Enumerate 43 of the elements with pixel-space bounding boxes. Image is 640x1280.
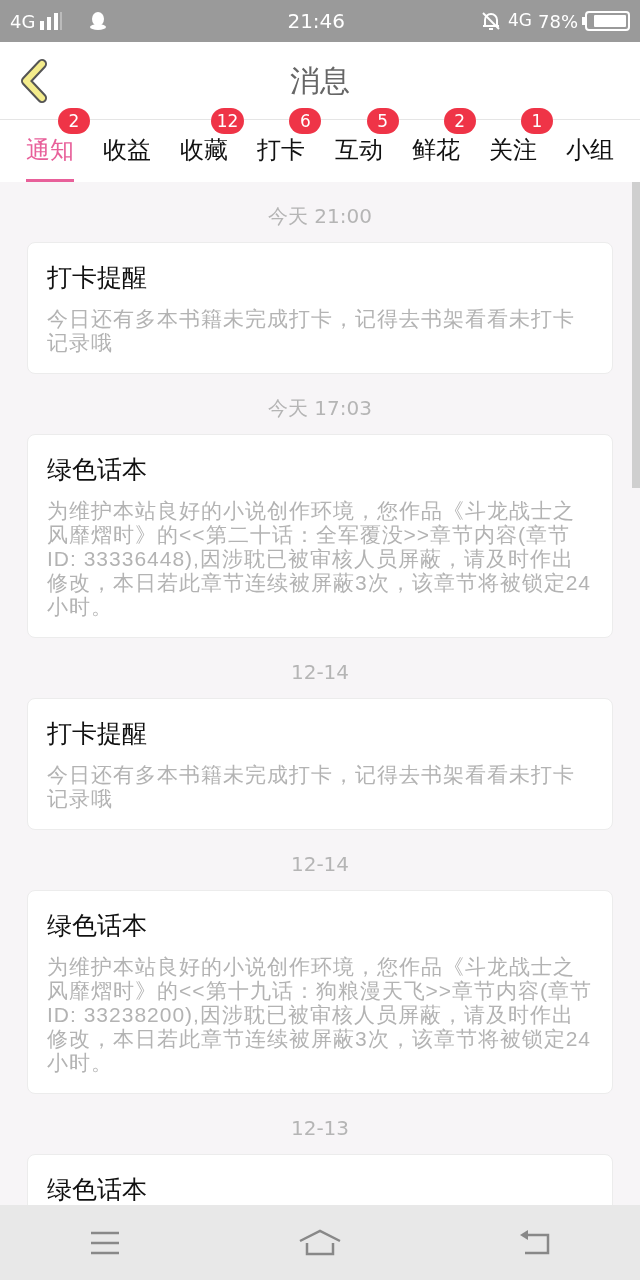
home-icon[interactable]: [298, 1228, 342, 1257]
tab[interactable]: 打卡: [257, 135, 306, 182]
message-date: 12-13: [289, 1115, 351, 1142]
clock: 21:46: [287, 8, 346, 35]
count-badge: 2: [443, 108, 476, 134]
message-title: 绿色话本: [47, 1174, 148, 1205]
message-card[interactable]: 绿色话本 为维护本站良好的小说创作环境，您作品《斗龙战士之风靡熠时》的<<第十九话：狗粮漫天飞>>章节内容(章节ID: 33238200),因涉耽已被审核人员屏蔽，请及时作出修改，本日若此章节连续被屏蔽3次，该章节将被锁定24小时。: [27, 890, 613, 1094]
message-card[interactable]: 打卡提醒 今日还有多本书籍未完成打卡，记得去书架看看未打卡记录哦: [27, 698, 613, 830]
tab[interactable]: 小组: [566, 135, 614, 182]
count-badge: 5: [366, 108, 399, 134]
message-title: 绿色话本: [47, 454, 148, 486]
message-body: 为维护本站良好的小说创作环境，您作品《斗龙战士之风靡熠时》的<<第十九话：狗粮漫天飞>>章节内容(章节ID: 33238200),因涉耽已被审核人员屏蔽，请及时作出修改，本日若此章节连续被屏蔽3次，该章节将被锁定24小时。: [47, 955, 594, 1075]
tab[interactable]: 收益: [103, 135, 152, 182]
count-badge: 2: [58, 108, 90, 134]
battery-percent: 78%: [538, 9, 578, 34]
message-card[interactable]: 绿色话本: [27, 1154, 613, 1205]
battery-icon: [582, 11, 630, 31]
message-body: 今日还有多本书籍未完成打卡，记得去书架看看未打卡记录哦: [47, 307, 576, 355]
message-body: 今日还有多本书籍未完成打卡，记得去书架看看未打卡记录哦: [47, 763, 576, 811]
page-title: 消息: [290, 62, 350, 100]
message-body: 为维护本站良好的小说创作环境，您作品《斗龙战士之风靡熠时》的<<第二十话：全军覆没>>章节内容(章节ID: 33336448),因涉耽已被审核人员屏蔽，请及时作出修改，本日若此章节连续被屏蔽3次，该章节将被锁定24小时。: [47, 499, 593, 619]
signal-icon: [39, 12, 64, 30]
tab[interactable]: 关注: [488, 135, 537, 182]
message-title: 打卡提醒: [47, 262, 148, 294]
message-title: 绿色话本: [47, 910, 148, 942]
muted-bell-icon: [480, 10, 502, 32]
message-title: 打卡提醒: [47, 718, 148, 750]
data-network-label: 4G: [508, 9, 532, 33]
count-badge: 12: [210, 108, 245, 134]
message-date: 12-14: [289, 659, 351, 686]
message-date: 12-14: [289, 851, 351, 878]
message-date: 今天 17:03: [267, 395, 373, 422]
menu-icon[interactable]: [88, 1229, 121, 1256]
message-date: 今天 21:00: [267, 203, 373, 230]
back-icon[interactable]: [519, 1229, 552, 1256]
tab[interactable]: 鲜花: [411, 135, 460, 182]
message-card[interactable]: 打卡提醒 今日还有多本书籍未完成打卡，记得去书架看看未打卡记录哦: [27, 242, 613, 374]
count-badge: 1: [520, 108, 553, 134]
tab[interactable]: 互动: [334, 135, 383, 182]
network-label: 4G: [10, 9, 36, 34]
tab[interactable]: 收藏: [180, 135, 229, 182]
count-badge: 6: [289, 108, 322, 134]
message-card[interactable]: 绿色话本 为维护本站良好的小说创作环境，您作品《斗龙战士之风靡熠时》的<<第二十话：全军覆没>>章节内容(章节ID: 33336448),因涉耽已被审核人员屏蔽，请及时作出修改，本日若此章节连续被屏蔽3次，该章节将被锁定24小时。: [27, 434, 613, 638]
